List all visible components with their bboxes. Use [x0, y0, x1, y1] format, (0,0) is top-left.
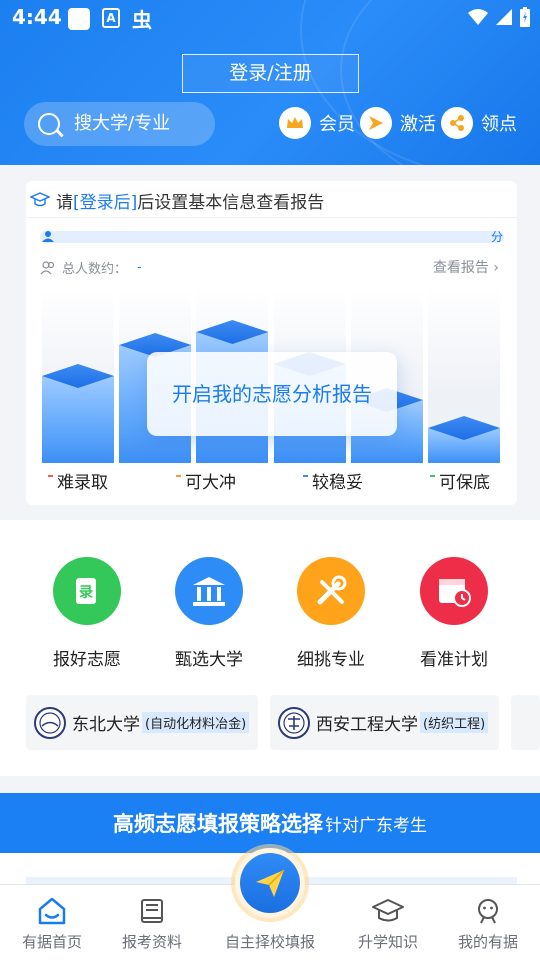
user-icon: [42, 231, 54, 242]
status-bar: 4:44 A 虫: [0, 0, 540, 36]
legend-dot: [48, 474, 53, 477]
legend-label: 难录取: [57, 473, 108, 493]
nav-self-select-label: 自主择校填报: [224, 933, 315, 951]
nav-label: 有据首页: [21, 933, 82, 951]
university-logo: [34, 706, 66, 739]
legend-label: 可大冲: [185, 473, 236, 493]
book-icon: [102, 895, 202, 927]
university-major: (纺织工程): [420, 712, 489, 733]
legend-item: 可保底: [430, 468, 490, 493]
strategy-banner[interactable]: 高频志愿填报策略选择 针对广东考生: [0, 793, 540, 853]
svg-text:录: 录: [79, 585, 93, 601]
profile-icon: [438, 895, 538, 927]
feature-pick-major[interactable]: 细挑专业: [276, 557, 386, 670]
graduation-cap-icon: [338, 895, 438, 927]
nav-home[interactable]: 有据首页: [2, 885, 102, 952]
legend-label: 可保底: [439, 473, 490, 493]
calendar-clock-icon: [420, 557, 488, 625]
legend-item: 难录取: [48, 468, 108, 493]
legend-item: 可大冲: [176, 468, 236, 493]
total-count: 总人数约： -: [40, 258, 142, 277]
banner-title: 高频志愿填报策略选择: [113, 812, 323, 836]
search-input[interactable]: 搜大学/专业: [24, 102, 215, 146]
nav-label: 报考资料: [121, 933, 182, 951]
status-time: 4:44: [12, 5, 62, 29]
users-icon: [40, 260, 55, 274]
legend-dot: [303, 474, 308, 477]
total-count-label: 总人数约：: [62, 262, 128, 277]
font-icon: A: [102, 8, 120, 28]
graduation-cap-icon: [30, 192, 50, 207]
debug-icon: 虫: [132, 8, 152, 32]
university-logo: [278, 706, 310, 739]
university-name: 西安工程大学: [316, 715, 418, 735]
university-chip[interactable]: 东北大学 (自动化材料冶金): [26, 695, 258, 750]
activate-label: 激活: [400, 114, 436, 135]
feature-label: 看准计划: [420, 650, 488, 670]
tools-icon: [297, 557, 365, 625]
collect-points-label: 领点: [481, 114, 517, 135]
feature-label: 细挑专业: [297, 650, 365, 670]
feature-select-university[interactable]: 甄选大学: [154, 557, 264, 670]
report-title: 请 [登录后] 后设置基本信息查看报告: [30, 187, 324, 213]
member-label: 会员: [319, 114, 355, 135]
view-report-link[interactable]: 查看报告 ›: [433, 257, 499, 277]
member-button[interactable]: 会员: [279, 106, 355, 140]
score-bar: [40, 231, 504, 243]
report-title-suffix: 后设置基本信息查看报告: [137, 192, 325, 213]
crown-icon: [279, 107, 311, 139]
report-card[interactable]: 请 [登录后] 后设置基本信息查看报告 分 总人数约： - 查看报告 › 难录取…: [26, 181, 517, 505]
search-placeholder: 搜大学/专业: [74, 113, 171, 134]
app-header: 4:44 A 虫 登录/注册 搜大学/专业 会员 激活 领点: [0, 0, 540, 165]
legend-dot: [176, 474, 181, 477]
activate-icon: [360, 107, 392, 139]
feature-fill-application[interactable]: 录 报好志愿: [32, 557, 142, 670]
legend-label: 较稳妥: [312, 473, 363, 493]
total-count-value: -: [137, 260, 142, 275]
university-chip[interactable]: 西安工程大学 (纺织工程): [270, 695, 499, 750]
feature-grid: 录 报好志愿 甄选大学 细挑专业 看准计划: [26, 545, 517, 678]
chart-bar: [42, 376, 114, 463]
legend-item: 较稳妥: [303, 468, 363, 493]
login-link[interactable]: [登录后]: [73, 188, 137, 213]
report-title-prefix: 请: [56, 192, 73, 213]
activate-button[interactable]: 激活: [360, 106, 436, 140]
notification-icon: [68, 8, 90, 30]
score-unit: 分: [490, 230, 503, 244]
home-icon: [2, 895, 102, 927]
feature-label: 报好志愿: [53, 650, 121, 670]
share-icon: [441, 107, 473, 139]
university-name: 东北大学: [72, 715, 140, 735]
nav-knowledge[interactable]: 升学知识: [338, 885, 438, 952]
view-report-label: 查看报告: [432, 260, 489, 276]
open-report-button[interactable]: 开启我的志愿分析报告: [147, 352, 397, 436]
banner-subtitle: 针对广东考生: [325, 815, 427, 836]
application-form-icon: 录: [53, 557, 121, 625]
nav-label: 升学知识: [357, 933, 418, 951]
divider: [26, 217, 517, 218]
chart-bar: [428, 428, 500, 463]
nav-label: 我的有据: [457, 933, 518, 951]
university-major: (自动化材料冶金): [142, 712, 250, 733]
login-register-button[interactable]: 登录/注册: [182, 54, 359, 93]
nav-profile[interactable]: 我的有据: [438, 885, 538, 952]
legend-dot: [430, 474, 435, 477]
chevron-right-icon: ›: [493, 260, 499, 276]
wifi-icon: [468, 9, 488, 25]
status-right: [468, 7, 530, 27]
paper-plane-icon: [256, 869, 285, 897]
self-select-fill-button[interactable]: [240, 853, 300, 913]
university-building-icon: [175, 557, 243, 625]
university-chip[interactable]: [511, 695, 540, 750]
battery-icon: [520, 7, 530, 27]
feature-label: 甄选大学: [175, 650, 243, 670]
feature-enrollment-plan[interactable]: 看准计划: [399, 557, 509, 670]
signal-icon: [496, 9, 512, 25]
search-icon: [38, 113, 60, 135]
collect-points-button[interactable]: 领点: [441, 106, 517, 140]
nav-materials[interactable]: 报考资料: [102, 885, 202, 952]
